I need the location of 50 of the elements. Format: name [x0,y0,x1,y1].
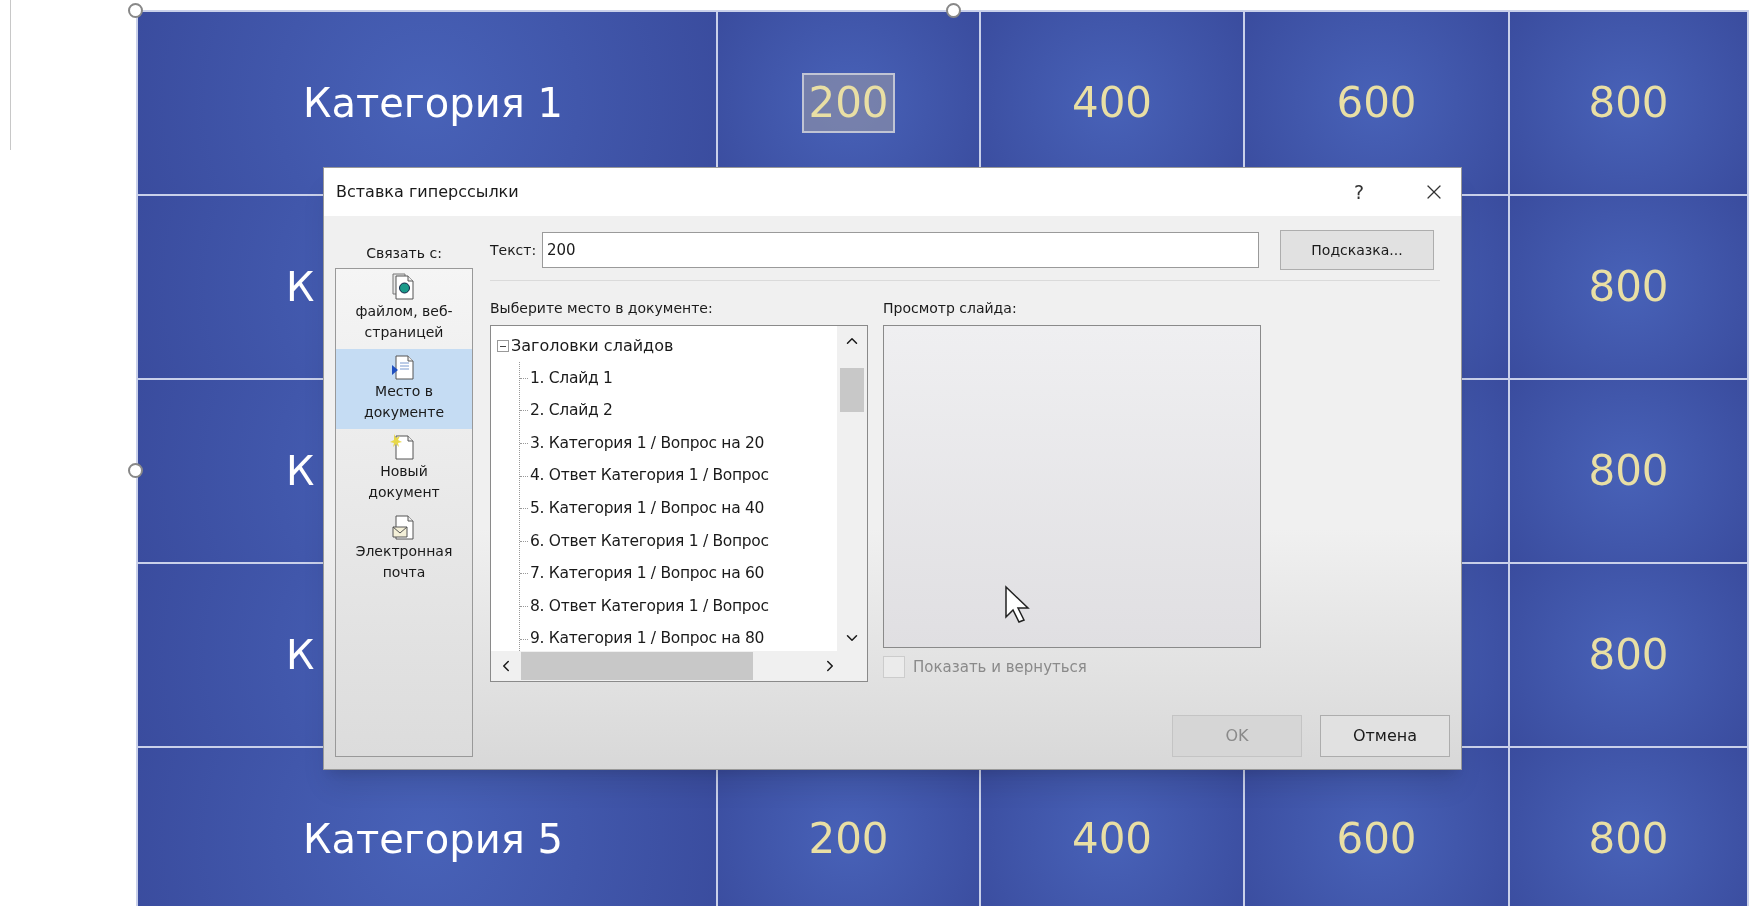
help-button[interactable]: ? [1344,177,1374,207]
point-value[interactable]: 200 [802,809,895,869]
scroll-thumb[interactable] [840,368,864,412]
preview-label: Просмотр слайда: [883,298,1018,318]
cancel-button[interactable]: Отмена [1320,715,1450,757]
checkbox-label: Показать и вернуться [913,657,1087,678]
point-value[interactable]: 400 [1065,73,1159,133]
tree-item[interactable]: 9. Категория 1 / Вопрос на 80 [528,627,765,651]
category-title: Категория 5 [303,815,563,864]
horizontal-scrollbar[interactable] [491,651,867,681]
scroll-thumb[interactable] [521,652,753,680]
point-value[interactable]: 400 [1065,809,1159,869]
tree-item[interactable]: 3. Категория 1 / Вопрос на 20 [528,431,765,456]
tree-item[interactable]: 6. Ответ Категория 1 / Вопрос [528,529,769,553]
link-type-label: Новый документ [367,462,441,502]
tree-item[interactable]: 7. Категория 1 / Вопрос на 60 [528,562,765,586]
dialog-title: Вставка гиперссылки [336,181,520,203]
text-label: Текст: [490,240,538,260]
point-value[interactable]: 800 [1582,73,1675,133]
point-value[interactable]: 800 [1582,809,1675,869]
tree-item[interactable]: 1. Слайд 1 [528,366,613,390]
tree-item[interactable]: Заголовки слайдов [511,334,674,358]
tree-item[interactable]: 4. Ответ Категория 1 / Вопрос [528,464,769,488]
link-to-label: Связать с: [366,243,442,263]
tree-item[interactable]: 5. Категория 1 / Вопрос на 40 [528,497,765,521]
point-value[interactable]: 800 [1582,441,1675,501]
link-type-label: файлом, веб-страницей [354,302,454,342]
tree-item[interactable]: 8. Ответ Категория 1 / Вопрос [528,594,769,619]
tree-item[interactable]: 2. Слайд 2 [528,399,613,423]
resize-handle[interactable] [128,3,143,18]
tree-label: Выберите место в документе: [490,298,714,318]
link-type-label: Место в документе [362,382,446,422]
collapse-icon[interactable] [497,340,509,352]
point-value[interactable]: 600 [1330,809,1423,869]
text-input-field[interactable]: 200 [542,232,1259,268]
category-title: К [286,263,315,312]
hint-button[interactable]: Подсказка... [1280,230,1434,270]
cursor-icon [1004,585,1032,625]
link-type-item[interactable]: Электронная почта [336,509,472,589]
category-title: К [286,447,315,496]
point-value[interactable]: 800 [1582,257,1675,317]
vertical-scrollbar[interactable] [837,326,867,651]
link-type-item[interactable]: Место в документе [336,349,472,429]
link-type-label: Электронная почта [354,542,454,582]
category-title: Категория 1 [303,79,563,128]
link-type-item[interactable]: Новый документ [336,429,472,509]
point-value[interactable]: 600 [1330,73,1423,133]
link-type-item[interactable]: файлом, веб-страницей [336,269,472,349]
point-value[interactable]: 800 [1582,625,1675,685]
category-title: К [286,631,315,680]
